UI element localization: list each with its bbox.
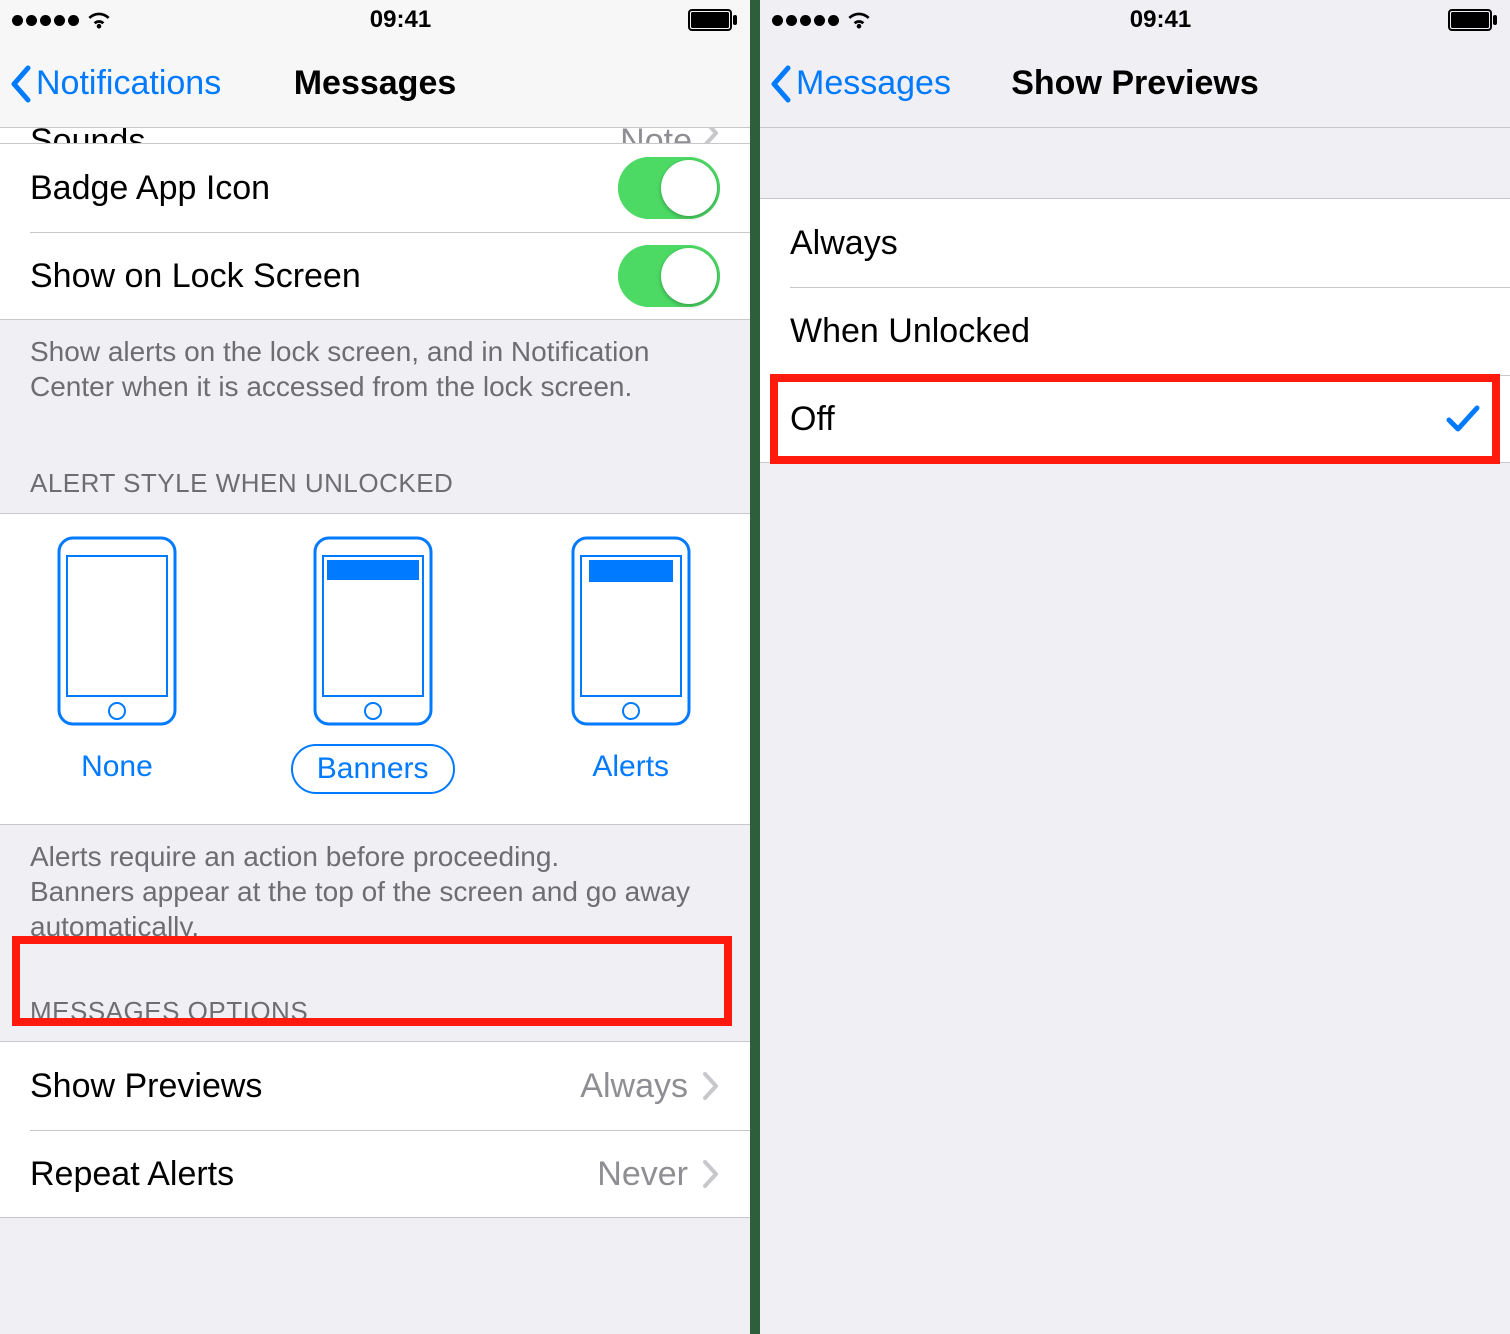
alert-style-alerts[interactable]: Alerts (568, 536, 693, 794)
nav-title: Messages (294, 64, 457, 103)
style-label: Banners (291, 744, 455, 794)
row-show-on-lock-screen[interactable]: Show on Lock Screen (0, 232, 750, 320)
nav-bar: Notifications Messages (0, 40, 750, 128)
row-detail: Never (597, 1155, 688, 1194)
phone-outline-icon (57, 536, 177, 726)
status-bar: 09:41 (760, 0, 1510, 40)
status-time: 09:41 (370, 6, 431, 34)
style-label: None (57, 744, 177, 790)
signal-strength-icon (12, 15, 79, 26)
row-label: Off (790, 400, 1446, 439)
wifi-icon (845, 10, 873, 30)
row-label: Show Previews (30, 1067, 580, 1106)
status-bar: 09:41 (0, 0, 750, 40)
alert-style-selector: None Banners (0, 513, 750, 825)
row-sounds-partial[interactable]: Sounds Note (0, 128, 750, 144)
row-label: Always (790, 224, 1480, 263)
screenshot-left: 09:41 Notifications Messages Sounds Note… (0, 0, 750, 1334)
screenshot-divider (750, 0, 760, 1334)
row-label: Repeat Alerts (30, 1155, 597, 1194)
row-detail: Note (620, 128, 692, 144)
row-option-off[interactable]: Off (760, 375, 1510, 463)
chevron-left-icon (8, 64, 32, 104)
group-messages-options: Show Previews Always Repeat Alerts Never (0, 1041, 750, 1218)
checkmark-icon (1446, 404, 1480, 434)
row-show-previews[interactable]: Show Previews Always (0, 1042, 750, 1130)
row-detail: Always (580, 1067, 688, 1106)
status-left (772, 10, 873, 30)
style-label: Alerts (568, 744, 693, 790)
battery-icon (1448, 9, 1498, 31)
chevron-left-icon (768, 64, 792, 104)
back-button[interactable]: Messages (760, 64, 951, 104)
nav-bar: Messages Show Previews (760, 40, 1510, 128)
row-repeat-alerts[interactable]: Repeat Alerts Never (0, 1130, 750, 1218)
group-header-alert-style: ALERT STYLE WHEN UNLOCKED (0, 428, 750, 513)
group-preview-options: Always When Unlocked Off (760, 198, 1510, 463)
group-header-messages-options: MESSAGES OPTIONS (0, 968, 750, 1041)
toggle-on[interactable] (618, 157, 720, 219)
row-badge-app-icon[interactable]: Badge App Icon (0, 144, 750, 232)
phone-banner-icon (313, 536, 433, 726)
group-footer-alert-style: Alerts require an action before proceedi… (0, 825, 750, 968)
row-label: When Unlocked (790, 312, 1480, 351)
row-option-when-unlocked[interactable]: When Unlocked (760, 287, 1510, 375)
battery-icon (688, 9, 738, 31)
toggle-on[interactable] (618, 245, 720, 307)
nav-title: Show Previews (1011, 64, 1259, 103)
back-button[interactable]: Notifications (0, 64, 221, 104)
alert-style-banners[interactable]: Banners (291, 536, 455, 794)
row-label: Show on Lock Screen (30, 257, 618, 296)
wifi-icon (85, 10, 113, 30)
group-toggles: Badge App Icon Show on Lock Screen (0, 144, 750, 320)
status-time: 09:41 (1130, 6, 1191, 34)
screenshot-right: 09:41 Messages Show Previews Always When… (760, 0, 1510, 1334)
signal-strength-icon (772, 15, 839, 26)
row-label: Badge App Icon (30, 169, 618, 208)
back-label: Notifications (36, 64, 221, 103)
alert-style-none[interactable]: None (57, 536, 177, 794)
settings-content: Always When Unlocked Off (760, 128, 1510, 463)
phone-alert-icon (571, 536, 691, 726)
status-left (12, 10, 113, 30)
back-label: Messages (796, 64, 951, 103)
chevron-right-icon (702, 1159, 720, 1189)
settings-content: Sounds Note Badge App Icon Show on Lock … (0, 128, 750, 1218)
row-label: Sounds (30, 128, 145, 144)
group-footer: Show alerts on the lock screen, and in N… (0, 320, 750, 428)
chevron-right-icon (702, 1071, 720, 1101)
row-option-always[interactable]: Always (760, 199, 1510, 287)
chevron-right-icon (702, 128, 720, 144)
